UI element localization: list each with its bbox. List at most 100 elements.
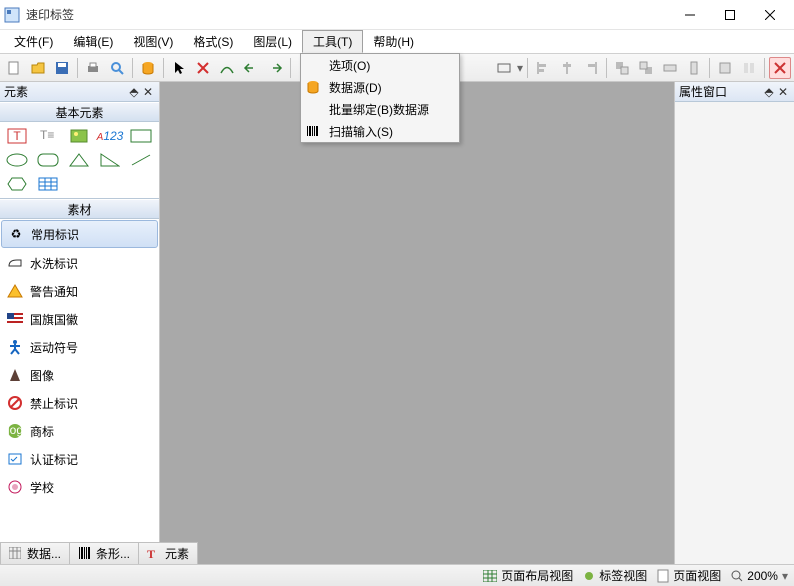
save-icon[interactable] (51, 57, 73, 79)
menu-help[interactable]: 帮助(H) (363, 30, 424, 53)
ellipse-shape-icon[interactable] (4, 150, 30, 170)
group2-icon[interactable] (635, 57, 657, 79)
database-icon[interactable] (137, 57, 159, 79)
zoom-value: 200% (747, 569, 778, 583)
group3-icon[interactable] (659, 57, 681, 79)
menu-file[interactable]: 文件(F) (4, 30, 63, 53)
close-button[interactable] (750, 1, 790, 29)
image-tool-icon[interactable] (66, 126, 92, 146)
close-icon[interactable]: ✕ (141, 85, 155, 99)
rounded-rect-icon[interactable] (35, 150, 61, 170)
material-item-cert[interactable]: 认证标记 (0, 445, 159, 473)
cancel-tool-icon[interactable] (769, 57, 791, 79)
label-view-button[interactable]: 标签视图 (583, 567, 647, 584)
blank-icon (305, 101, 321, 117)
page-view-button[interactable]: 页面视图 (657, 567, 721, 584)
separator (77, 58, 78, 78)
properties-panel-header: 属性窗口 ⬘ ✕ (675, 82, 794, 102)
pin-icon[interactable]: ⬘ (127, 85, 141, 99)
rect-shape-icon[interactable] (128, 126, 154, 146)
layout1-icon[interactable] (714, 57, 736, 79)
text-tool-icon[interactable]: T (4, 126, 30, 146)
line-icon[interactable] (128, 150, 154, 170)
menu-tools[interactable]: 工具(T) (302, 30, 363, 53)
delete-icon[interactable] (192, 57, 214, 79)
group1-icon[interactable] (611, 57, 633, 79)
menu-datasource[interactable]: 数据源(D) (301, 76, 459, 98)
separator (132, 58, 133, 78)
align-left-icon[interactable] (532, 57, 554, 79)
svg-text:log: log (7, 423, 23, 437)
menu-datasource-label: 数据源(D) (329, 79, 382, 96)
tab-data[interactable]: 数据... (0, 542, 70, 564)
undo-icon[interactable] (240, 57, 262, 79)
textbox-tool-icon[interactable]: T≡ (35, 126, 61, 146)
work-area: 元素 ⬘ ✕ 基本元素 T T≡ A123 素材 (0, 82, 794, 564)
no-icon (6, 394, 24, 412)
blank-icon (305, 57, 321, 73)
layout-view-button[interactable]: 页面布局视图 (483, 567, 573, 584)
material-item-image[interactable]: 图像 (0, 361, 159, 389)
new-icon[interactable] (3, 57, 25, 79)
zoom-control[interactable]: 200% ▾ (731, 569, 788, 583)
pointer-icon[interactable] (168, 57, 190, 79)
material-item-warning[interactable]: 警告通知 (0, 277, 159, 305)
svg-text:T: T (13, 129, 21, 143)
zoom-dropdown-icon[interactable]: ▾ (782, 569, 788, 583)
material-item-trademark[interactable]: log商标 (0, 417, 159, 445)
pin-icon[interactable]: ⬘ (762, 85, 776, 99)
menu-view[interactable]: 视图(V) (123, 30, 183, 53)
material-item-forbidden[interactable]: 禁止标识 (0, 389, 159, 417)
database-icon (305, 79, 321, 95)
print-icon[interactable] (82, 57, 104, 79)
elements-panel-header: 元素 ⬘ ✕ (0, 82, 159, 102)
menu-edit[interactable]: 编辑(E) (63, 30, 123, 53)
design-canvas[interactable] (160, 82, 674, 564)
rect-tool-icon[interactable] (493, 57, 515, 79)
barcode-icon (305, 123, 321, 139)
grid-view-icon (483, 570, 497, 582)
material-item-flag[interactable]: 国旗国徽 (0, 305, 159, 333)
minimize-button[interactable] (670, 1, 710, 29)
materials-section: 素材 ♻常用标识 水洗标识 警告通知 国旗国徽 运动符号 图像 禁止标识 log… (0, 199, 159, 564)
redo-icon[interactable] (264, 57, 286, 79)
group4-icon[interactable] (683, 57, 705, 79)
menu-layer[interactable]: 图层(L) (243, 30, 302, 53)
material-item-common[interactable]: ♻常用标识 (1, 220, 158, 248)
menu-options[interactable]: 选项(O) (301, 54, 459, 76)
material-item-school[interactable]: 学校 (0, 473, 159, 501)
align-center-icon[interactable] (556, 57, 578, 79)
menu-scaninput[interactable]: 扫描输入(S) (301, 120, 459, 142)
seal-icon (6, 478, 24, 496)
curve-icon[interactable] (216, 57, 238, 79)
table-icon[interactable] (35, 174, 61, 194)
dot-icon (583, 570, 595, 582)
recycle-icon: ♻ (7, 225, 25, 243)
menu-batchbind[interactable]: 批量绑定(B)数据源 (301, 98, 459, 120)
open-icon[interactable] (27, 57, 49, 79)
triangle-icon[interactable] (66, 150, 92, 170)
layout2-icon[interactable] (738, 57, 760, 79)
separator (290, 58, 291, 78)
separator (709, 58, 710, 78)
menu-format[interactable]: 格式(S) (183, 30, 243, 53)
tab-barcode[interactable]: 条形... (69, 542, 139, 564)
tab-element[interactable]: T元素 (138, 542, 198, 564)
hexagon-icon[interactable] (4, 174, 30, 194)
preview-icon[interactable] (106, 57, 128, 79)
maximize-button[interactable] (710, 1, 750, 29)
zoom-icon (731, 570, 743, 582)
align-right-icon[interactable] (580, 57, 602, 79)
materials-header[interactable]: 素材 (0, 199, 159, 219)
material-item-sport[interactable]: 运动符号 (0, 333, 159, 361)
tools-dropdown: 选项(O) 数据源(D) 批量绑定(B)数据源 扫描输入(S) (300, 53, 460, 143)
basic-elements-header[interactable]: 基本元素 (0, 102, 159, 122)
elements-panel-title: 元素 (4, 83, 28, 100)
separator (764, 58, 765, 78)
autotext-tool-icon[interactable]: A123 (97, 126, 123, 146)
window-title: 速印标签 (26, 6, 670, 23)
close-icon[interactable]: ✕ (776, 85, 790, 99)
window-titlebar: 速印标签 (0, 0, 794, 30)
material-item-wash[interactable]: 水洗标识 (0, 249, 159, 277)
right-triangle-icon[interactable] (97, 150, 123, 170)
